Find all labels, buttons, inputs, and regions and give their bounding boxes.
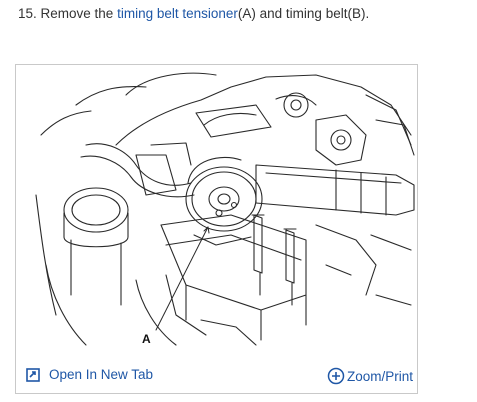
step-text-before: Remove the: [36, 6, 118, 21]
figure-footer: Open In New Tab Zoom/Print: [16, 361, 417, 393]
step-text-after: (A) and timing belt(B).: [237, 6, 370, 21]
open-in-new-tab-button[interactable]: Open In New Tab: [26, 367, 153, 382]
zoom-plus-icon: [327, 367, 345, 385]
engine-illustration-area[interactable]: A: [16, 65, 417, 361]
timing-belt-tensioner-link[interactable]: timing belt tensioner: [117, 6, 238, 21]
engine-illustration: A: [35, 72, 415, 346]
step-instruction: 15. Remove the timing belt tensioner(A) …: [18, 6, 369, 21]
open-in-new-tab-icon: [26, 367, 40, 382]
callout-label-a: A: [142, 332, 151, 346]
zoom-print-label: Zoom/Print: [346, 368, 413, 384]
figure-container: A Open In New Tab Zoom/Print: [15, 64, 418, 394]
zoom-print-button[interactable]: Zoom/Print: [327, 367, 413, 385]
open-in-new-tab-label: Open In New Tab: [49, 367, 154, 382]
step-number: 15.: [18, 6, 37, 21]
